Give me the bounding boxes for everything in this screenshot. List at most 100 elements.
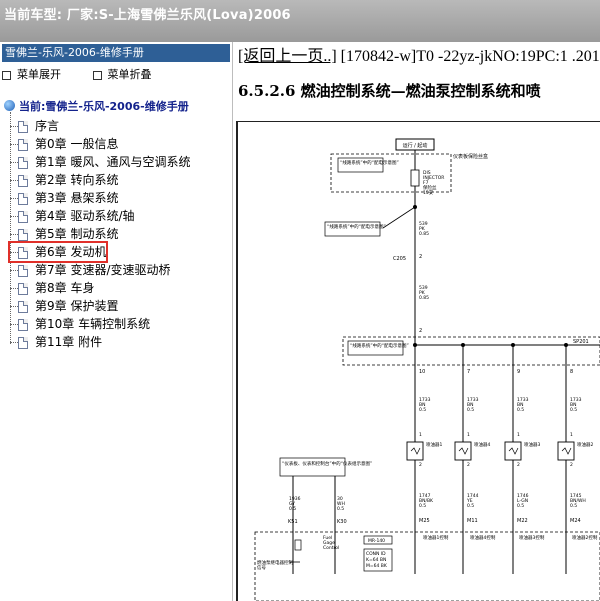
ecm-outline — [254, 531, 600, 601]
document-icon — [18, 228, 28, 241]
tree-item-chapter-4[interactable]: 第4章 驱动系统/轴 — [10, 207, 135, 225]
svg-text:2: 2 — [517, 462, 520, 468]
svg-text:9: 9 — [517, 369, 520, 375]
svg-text:喷油器3: 喷油器3 — [524, 441, 540, 448]
content-pane: [返回上一页..] [170842-w]T0 -22yz-jkNO:19PC:1… — [233, 42, 600, 601]
document-icon — [18, 246, 28, 259]
document-icon — [18, 318, 28, 331]
tree-item-chapter-6-selected[interactable]: 第6章 发动机 — [7, 241, 109, 263]
fuse-panel-label: 仪表板保险丝盒 — [453, 153, 488, 160]
collapse-menu-label: 菜单折叠 — [107, 68, 152, 81]
note-1: “线路系统”中的“配电示意图” — [340, 159, 399, 166]
injector-column-4: 8 1733 BN 0.5 1 喷油器2 2 1745 BN/WH 0.5 M2… — [557, 343, 598, 574]
svg-text:8: 8 — [570, 369, 573, 375]
tree-item-chapter-0[interactable]: 第0章 一般信息 — [10, 135, 118, 153]
w539-b-size: 0.85 — [419, 295, 429, 301]
c205-label: C205 — [393, 256, 406, 262]
tree-item-label: 第0章 一般信息 — [35, 137, 119, 151]
wiring-diagram: 运行 / 起动 仪表板保险丝盒 “线路系统”中的“配电示意图” DIS INJE… — [254, 138, 600, 601]
tree-item-chapter-3[interactable]: 第3章 悬架系统 — [10, 189, 118, 207]
globe-icon — [4, 100, 15, 111]
collapse-menu-button[interactable]: 菜单折叠 — [92, 68, 166, 81]
expand-icon — [2, 70, 11, 80]
svg-text:0.5: 0.5 — [419, 503, 426, 509]
expand-menu-button[interactable]: 菜单展开 — [2, 68, 75, 81]
svg-text:1: 1 — [570, 432, 573, 438]
injector-column-2: 7 1733 BN 0.5 1 喷油器4 2 1744 YE 0.5 M11 喷… — [454, 343, 496, 574]
signal-label: 信号 — [257, 564, 266, 571]
tree-item-chapter-1[interactable]: 第1章 暖风、通风与空调系统 — [10, 153, 190, 171]
document-icon — [18, 174, 28, 187]
sidebar-tools: 菜单展开 菜单折叠 — [2, 66, 180, 82]
svg-text:0.5: 0.5 — [570, 503, 577, 509]
tree-item-label: 第4章 驱动系统/轴 — [35, 209, 135, 223]
w539-a-size: 0.85 — [419, 231, 429, 237]
svg-text:喷油器2: 喷油器2 — [577, 441, 593, 448]
svg-text:10: 10 — [419, 369, 425, 375]
svg-text:2: 2 — [467, 462, 470, 468]
svg-text:0.5: 0.5 — [570, 407, 577, 413]
svg-text:1: 1 — [467, 432, 470, 438]
tree-item-chapter-2[interactable]: 第2章 转向系统 — [10, 171, 118, 189]
svg-text:喷油器2控制: 喷油器2控制 — [572, 534, 598, 541]
power-mode-label: 运行 / 起动 — [403, 142, 428, 149]
svg-text:0.5: 0.5 — [419, 407, 426, 413]
note-3: “线路系统”中的“配电示意图” — [350, 342, 409, 349]
svg-text:0.5: 0.5 — [517, 503, 524, 509]
document-icon — [18, 336, 28, 349]
document-icon — [18, 210, 28, 223]
injector-column-3: 9 1733 BN 0.5 1 喷油器3 2 1746 L-GN 0.5 M22… — [504, 343, 545, 574]
tree-item-label: 第5章 制动系统 — [35, 227, 119, 241]
tree-item-label: 第1章 暖风、通风与空调系统 — [35, 155, 191, 169]
sidebar: 雪佛兰-乐风-2006-维修手册 菜单展开 菜单折叠 当前:雪佛兰-乐风-200… — [0, 42, 233, 601]
tree-item-label: 第7章 变速器/变速驱动桥 — [35, 263, 171, 277]
conn-k-label: K=64 BN — [366, 557, 386, 563]
document-icon — [18, 192, 28, 205]
tree-item-chapter-5[interactable]: 第5章 制动系统 — [10, 225, 118, 243]
tree-item-chapter-10[interactable]: 第10章 车辆控制系统 — [10, 315, 150, 333]
tree-root-label: 当前:雪佛兰-乐风-2006-维修手册 — [19, 100, 189, 113]
fuse-symbol — [410, 169, 420, 187]
note-box-4 — [279, 457, 346, 477]
svg-text:喷油器1: 喷油器1 — [426, 441, 442, 448]
document-icon — [18, 300, 28, 313]
svg-text:M11: M11 — [467, 518, 478, 524]
pin-2a: 2 — [419, 254, 422, 260]
svg-text:喷油器4: 喷油器4 — [474, 441, 490, 448]
left-pin-1: K51 — [288, 519, 298, 525]
left-wire-2-size: 0.5 — [337, 506, 344, 512]
svg-text:2: 2 — [570, 462, 573, 468]
injector-column-1: 10 1733 BN 0.5 1 喷油器1 2 1747 BN/BK 0.5 M… — [406, 343, 449, 574]
tree-item-label: 第9章 保护装置 — [35, 299, 119, 313]
tree-item-label: 序言 — [35, 119, 60, 133]
tree-item-label: 第6章 发动机 — [35, 245, 107, 259]
svg-text:1: 1 — [419, 432, 422, 438]
expand-menu-label: 菜单展开 — [17, 68, 61, 81]
pump-control-label: 燃油泵继电器控制 — [257, 559, 293, 566]
tree-root[interactable]: 当前:雪佛兰-乐风-2006-维修手册 — [4, 98, 189, 114]
svg-text:0.5: 0.5 — [467, 503, 474, 509]
tree-item-chapter-11[interactable]: 第11章 附件 — [10, 333, 102, 351]
sp201-label: SP201 — [573, 339, 589, 345]
note-2: “线路系统”中的“配电示意图” — [327, 223, 386, 230]
tree-item-chapter-9[interactable]: 第9章 保护装置 — [10, 297, 118, 315]
collapse-icon — [92, 70, 102, 80]
svg-text:M22: M22 — [517, 518, 528, 524]
tree-item-chapter-7[interactable]: 第7章 变速器/变速驱动桥 — [10, 261, 171, 279]
sidebar-title: 雪佛兰-乐风-2006-维修手册 — [2, 44, 230, 62]
document-icon — [18, 156, 28, 169]
note-4: “仪表板、仪表和控制台”中的“仪表组示意图” — [282, 460, 372, 467]
svg-text:0.5: 0.5 — [467, 407, 474, 413]
svg-text:1: 1 — [517, 432, 520, 438]
svg-text:M25: M25 — [419, 518, 430, 524]
svg-text:7: 7 — [467, 369, 470, 375]
svg-text:喷油器1控制: 喷油器1控制 — [423, 534, 449, 541]
tree-item-preface[interactable]: 序言 — [10, 117, 59, 135]
title-bar: 当前车型: 厂家:S-上海雪佛兰乐风(Lova)2006 — [0, 0, 600, 43]
document-icon — [18, 120, 28, 133]
fuse-line-4: 保险丝 — [423, 184, 437, 191]
document-icon — [18, 282, 28, 295]
fuse-line-5: 15安 — [423, 189, 434, 196]
svg-text:2: 2 — [419, 462, 422, 468]
tree-item-chapter-8[interactable]: 第8章 车身 — [10, 279, 94, 297]
